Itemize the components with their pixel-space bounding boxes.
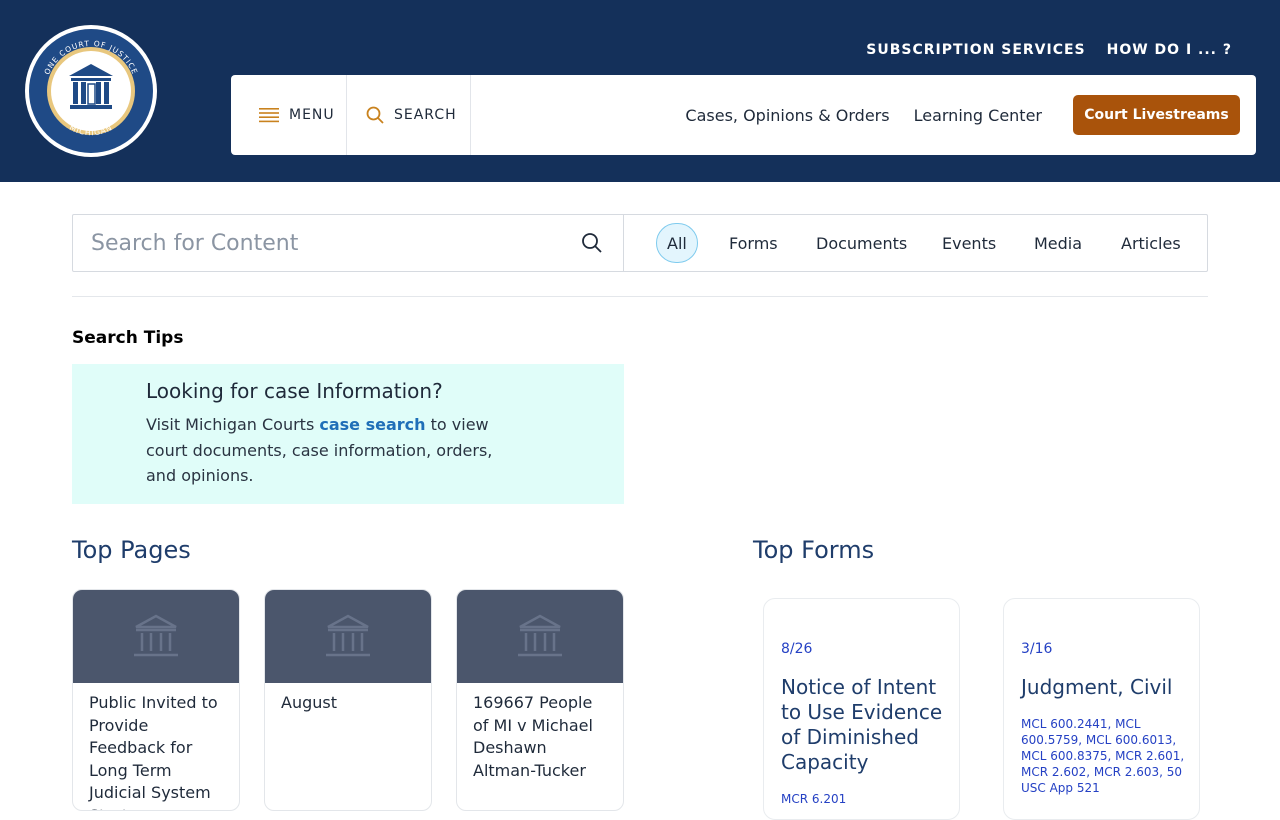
courthouse-icon [518, 614, 562, 656]
search-input[interactable] [73, 215, 591, 271]
filter-all[interactable]: All [656, 223, 698, 263]
section-divider [72, 296, 1208, 297]
courthouse-icon [326, 614, 370, 656]
case-search-link[interactable]: case search [319, 415, 425, 434]
filter-documents[interactable]: Documents [816, 223, 907, 263]
form-card[interactable]: 8/26 Notice of Intent to Use Evidence of… [763, 598, 960, 820]
court-seal-logo[interactable]: ONE COURT OF JUSTICE MICHIGAN [24, 24, 158, 158]
search-icon [366, 106, 384, 124]
card-title: August [281, 693, 337, 712]
nav-divider [346, 75, 347, 155]
court-livestreams-button[interactable]: Court Livestreams [1073, 95, 1240, 135]
main-navbar: MENU SEARCH Cases, Opinions & Orders Lea… [231, 75, 1256, 155]
page-card[interactable]: August [264, 589, 432, 811]
filter-articles[interactable]: Articles [1121, 223, 1181, 263]
form-title: Judgment, Civil [1021, 675, 1173, 699]
filter-media[interactable]: Media [1034, 223, 1082, 263]
page-card[interactable]: 169667 People of MI v Michael Deshawn Al… [456, 589, 624, 811]
site-header: ONE COURT OF JUSTICE MICHIGAN SUBSCRIPTI… [0, 0, 1280, 182]
form-references: MCL 600.2441, MCL 600.5759, MCL 600.6013… [1021, 717, 1185, 795]
tip-heading: Looking for case Information? [146, 379, 443, 403]
form-card[interactable]: 3/16 Judgment, Civil MCL 600.2441, MCL 6… [1003, 598, 1200, 820]
nav-divider [470, 75, 471, 155]
card-thumbnail [457, 590, 623, 683]
card-title: Public Invited to Provide Feedback for L… [89, 693, 218, 810]
content-search-bar: All Forms Documents Events Media Article… [72, 214, 1208, 272]
utility-nav: SUBSCRIPTION SERVICES HOW DO I ... ? [866, 42, 1232, 58]
search-button[interactable]: SEARCH [366, 75, 457, 155]
top-pages-title: Top Pages [72, 536, 191, 564]
form-date: 8/26 [781, 641, 813, 657]
card-thumbnail [265, 590, 431, 683]
hamburger-icon [259, 108, 279, 123]
cases-opinions-orders-link[interactable]: Cases, Opinions & Orders [685, 106, 889, 125]
tip-body: Visit Michigan Courts case search to vie… [146, 412, 516, 489]
how-do-i-link[interactable]: HOW DO I ... ? [1107, 42, 1232, 58]
card-thumbnail [73, 590, 239, 683]
search-label: SEARCH [394, 107, 457, 123]
filter-events[interactable]: Events [942, 223, 996, 263]
case-info-tip: Looking for case Information? Visit Mich… [72, 364, 624, 504]
tip-text-before: Visit Michigan Courts [146, 415, 320, 434]
top-forms-title: Top Forms [753, 536, 875, 564]
form-title: Notice of Intent to Use Evidence of Dimi… [781, 675, 943, 774]
menu-label: MENU [289, 107, 335, 123]
filter-forms[interactable]: Forms [729, 223, 778, 263]
courthouse-icon [134, 614, 178, 656]
page-card[interactable]: Public Invited to Provide Feedback for L… [72, 589, 240, 811]
form-date: 3/16 [1021, 641, 1053, 657]
menu-button[interactable]: MENU [259, 75, 335, 155]
learning-center-link[interactable]: Learning Center [914, 106, 1042, 125]
search-divider [623, 215, 624, 271]
subscription-services-link[interactable]: SUBSCRIPTION SERVICES [866, 42, 1085, 58]
form-references: MCR 6.201 [781, 792, 847, 806]
primary-links: Cases, Opinions & Orders Learning Center [685, 75, 1042, 155]
search-tips-title: Search Tips [72, 328, 184, 348]
search-submit-icon[interactable] [581, 232, 603, 254]
card-title: 169667 People of MI v Michael Deshawn Al… [473, 693, 593, 780]
